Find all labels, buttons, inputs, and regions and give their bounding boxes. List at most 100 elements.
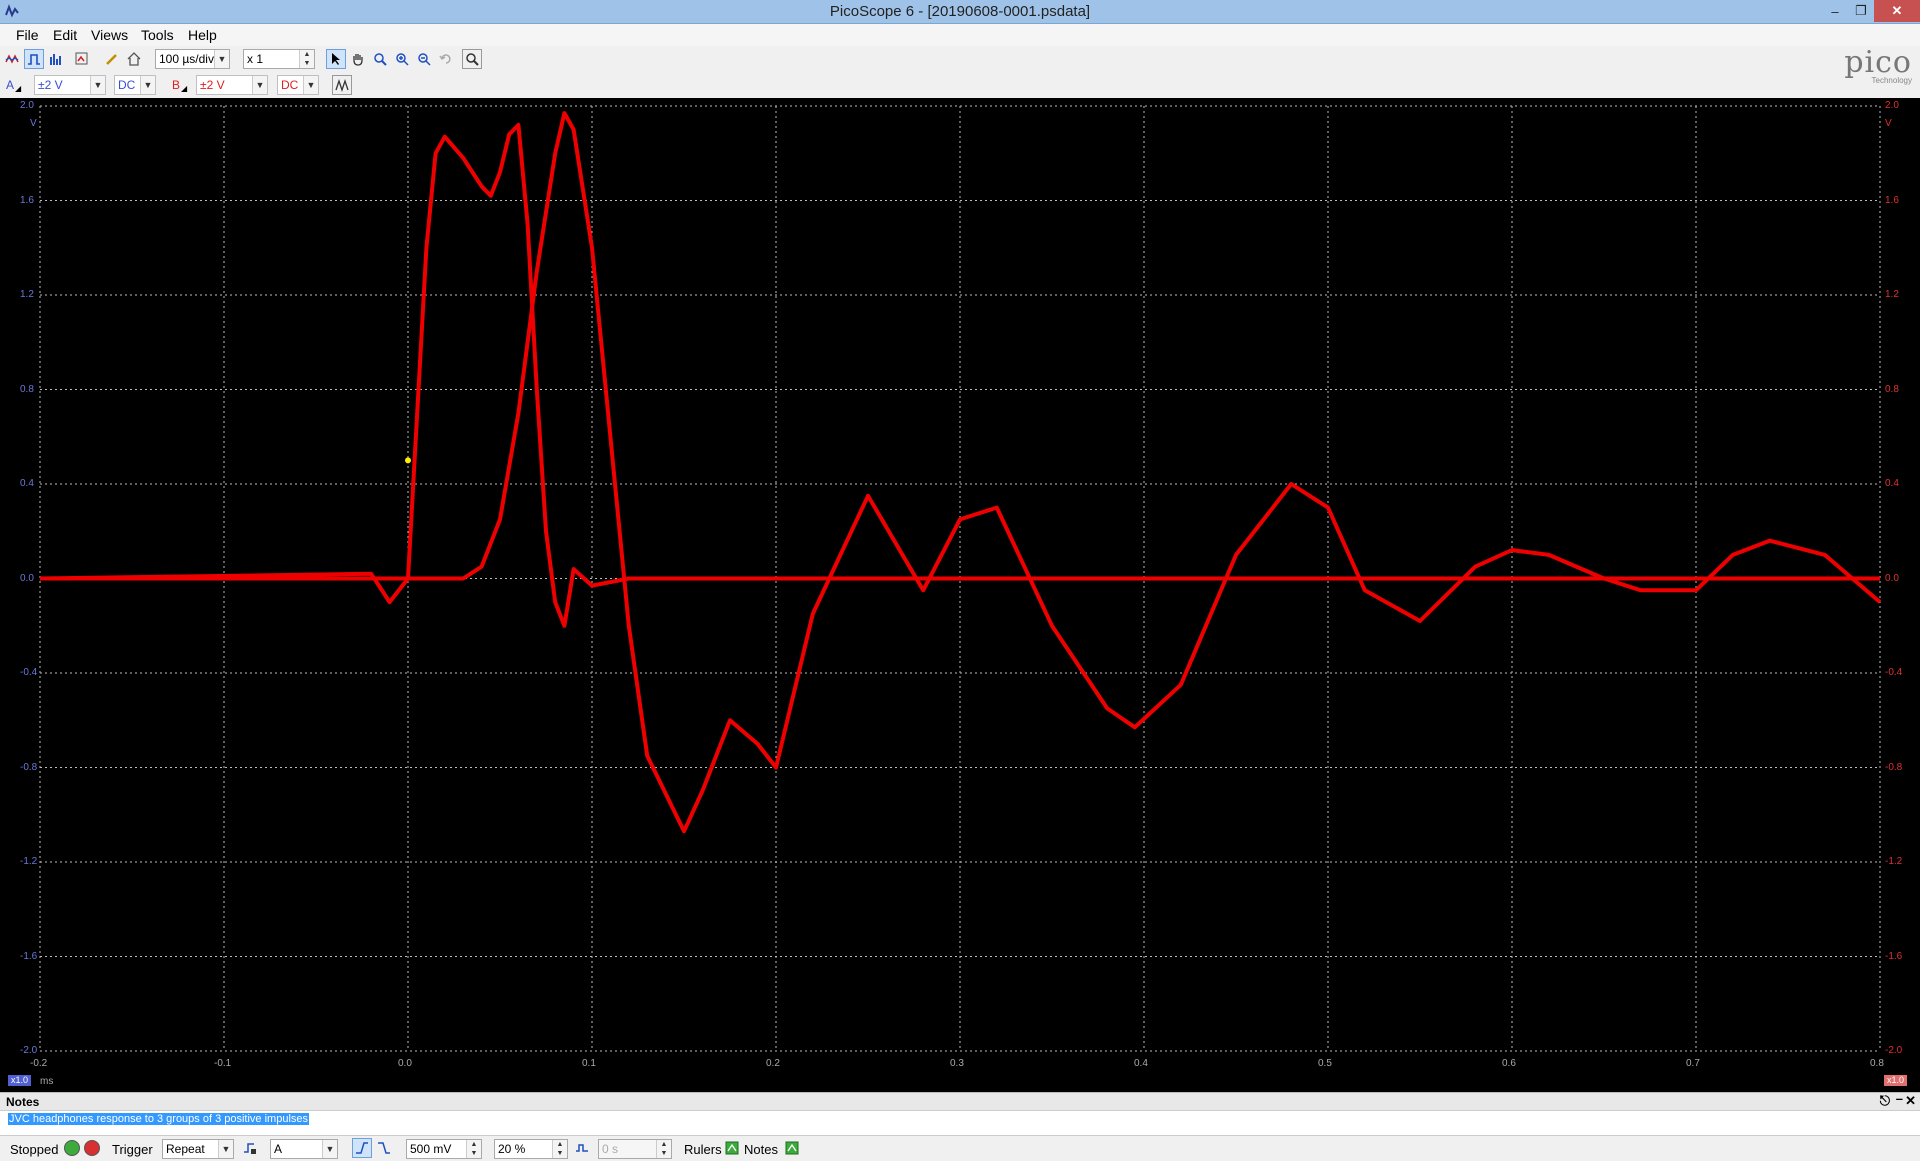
close-button[interactable]: ✕	[1874, 0, 1920, 22]
channel-a-coupling-select[interactable]: DC ▼	[114, 75, 156, 95]
chevron-down-icon: ▼	[252, 76, 267, 94]
zoom-area-icon[interactable]	[370, 49, 390, 69]
menu-edit[interactable]: Edit	[53, 27, 77, 43]
menu-help[interactable]: Help	[188, 27, 217, 43]
left-tick-label: 0.0	[20, 572, 34, 584]
advanced-trigger-icon[interactable]	[240, 1138, 260, 1158]
threshold-stepper[interactable]: 500 mV ▲ ▼	[406, 1139, 482, 1159]
right-scale-badge[interactable]: x1.0	[1884, 1075, 1908, 1086]
post-trigger-icon[interactable]	[572, 1138, 592, 1158]
window-title: PicoScope 6 - [20190608-0001.psdata]	[829, 3, 1091, 20]
channel-b-coupling-select[interactable]: DC ▼	[277, 75, 319, 95]
timebase-select[interactable]: 100 µs/div ▼	[155, 49, 230, 69]
delay-stepper[interactable]: 0 s ▲ ▼	[598, 1139, 672, 1159]
zoom-stepper[interactable]: x 1 ▲ ▼	[243, 49, 315, 69]
menu-tools[interactable]: Tools	[141, 27, 174, 43]
spectrum-mode-icon[interactable]	[46, 49, 66, 69]
oscilloscope-plot[interactable]	[0, 98, 1920, 1092]
menu-views[interactable]: Views	[91, 27, 128, 43]
notes-title: Notes	[6, 1095, 40, 1109]
right-tick-label: -2.0	[1885, 1045, 1903, 1056]
x-tick-label: 0.5	[1318, 1058, 1332, 1069]
notes-toggle-icon[interactable]	[782, 1138, 802, 1158]
left-tick-label: 1.6	[20, 194, 34, 206]
new-view-icon[interactable]	[72, 49, 92, 69]
x-tick-label: 0.2	[766, 1058, 780, 1069]
minimize-panel-icon[interactable]: –	[1896, 1091, 1903, 1106]
channel-b-range: ±2 V	[200, 78, 225, 92]
pin-icon[interactable]: ⎋	[1880, 1093, 1890, 1109]
spin-arrows-icon: ▲ ▼	[552, 1140, 567, 1158]
channel-b-label[interactable]: B	[172, 78, 180, 92]
right-unit-label: V	[1885, 118, 1892, 129]
probe-icon[interactable]	[102, 49, 122, 69]
channel-a-range: ±2 V	[38, 78, 63, 92]
x-tick-label: -0.1	[214, 1058, 232, 1069]
scope-mode-icon[interactable]	[3, 49, 23, 69]
x-tick-label: 0.4	[1134, 1058, 1148, 1069]
threshold-value: 500 mV	[410, 1142, 452, 1156]
zoom-overview-icon[interactable]	[462, 49, 482, 69]
trigger-mode: Repeat	[166, 1142, 205, 1156]
math-channels-icon[interactable]	[332, 75, 352, 95]
left-scale-badge[interactable]: x1.0	[8, 1075, 32, 1086]
status-state: Stopped	[10, 1142, 59, 1157]
left-tick-label: -1.6	[20, 950, 38, 962]
home-icon[interactable]	[124, 49, 144, 69]
trigger-marker[interactable]	[405, 457, 411, 464]
x-tick-label: -0.2	[30, 1058, 48, 1069]
channel-a-range-select[interactable]: ±2 V ▼	[34, 75, 106, 95]
x-unit-label: ms	[40, 1076, 54, 1087]
x-tick-label: 0.3	[950, 1058, 964, 1069]
stop-button[interactable]	[84, 1140, 100, 1156]
scope-view[interactable]: -0.2 -0.1 0.0 0.1 0.2 0.3 0.4 0.5 0.6 0.7 0.8 2.0 2.…	[0, 98, 1920, 1092]
trigger-mode-select[interactable]: Repeat ▼	[162, 1139, 234, 1159]
trigger-source-select[interactable]: A ▼	[270, 1139, 338, 1159]
chevron-down-icon: ▼	[218, 1140, 233, 1158]
chevron-down-icon: ▼	[303, 76, 318, 94]
right-tick-label: 1.6	[1885, 194, 1899, 206]
spin-arrows-icon: ▲ ▼	[656, 1140, 671, 1158]
close-panel-icon[interactable]: ✕	[1905, 1093, 1916, 1109]
channel-a-coupling: DC	[118, 78, 136, 92]
falling-edge-icon[interactable]	[374, 1138, 394, 1158]
rulers-toggle-icon[interactable]	[722, 1138, 742, 1158]
right-tick-label: 0.4	[1885, 478, 1899, 489]
start-button[interactable]	[64, 1140, 80, 1156]
main-toolbar: 100 µs/div ▼ x 1 ▲ ▼	[0, 46, 1920, 72]
notes-label: Notes	[744, 1142, 778, 1157]
channel-a-label[interactable]: A	[6, 78, 14, 92]
probe-small-icon: ◢	[15, 84, 22, 93]
restore-button[interactable]: ❐	[1848, 0, 1874, 22]
right-tick-label: -0.8	[1885, 761, 1903, 773]
notes-text-area[interactable]: JVC headphones response to 3 groups of 3…	[0, 1110, 1920, 1135]
x-tick-label: 0.1	[582, 1058, 596, 1069]
channel-b-range-select[interactable]: ±2 V ▼	[196, 75, 268, 95]
undo-zoom-icon[interactable]	[436, 49, 456, 69]
delay-value: 0 s	[602, 1142, 619, 1156]
channel-b-coupling: DC	[281, 78, 299, 92]
left-tick-label: -2.0	[20, 1045, 38, 1056]
timebase-value: 100 µs/div	[159, 52, 214, 66]
pointer-tool-icon[interactable]	[326, 49, 346, 69]
minimize-button[interactable]: –	[1822, 0, 1848, 22]
trigger-source: A	[274, 1142, 283, 1156]
x-tick-label: 0.8	[1870, 1058, 1884, 1069]
right-tick-label: 0.0	[1885, 572, 1899, 584]
pretrigger-stepper[interactable]: 20 % ▲ ▼	[494, 1139, 568, 1159]
chevron-down-icon: ▼	[214, 50, 229, 68]
zoom-out-icon[interactable]	[414, 49, 434, 69]
right-tick-label: 2.0	[1885, 100, 1899, 111]
chevron-down-icon: ▼	[140, 76, 155, 94]
menu-bar: File Edit Views Tools Help	[0, 24, 1920, 46]
rising-edge-icon[interactable]	[352, 1138, 372, 1158]
right-tick-label: 0.8	[1885, 383, 1899, 395]
persistence-mode-icon[interactable]	[24, 49, 44, 69]
right-tick-label: -1.6	[1885, 950, 1903, 962]
chevron-down-icon: ▼	[322, 1140, 337, 1158]
x-tick-label: 0.0	[398, 1058, 412, 1069]
hand-tool-icon[interactable]	[348, 49, 368, 69]
menu-file[interactable]: File	[16, 27, 39, 43]
rulers-label: Rulers	[684, 1142, 722, 1157]
zoom-in-icon[interactable]	[392, 49, 412, 69]
